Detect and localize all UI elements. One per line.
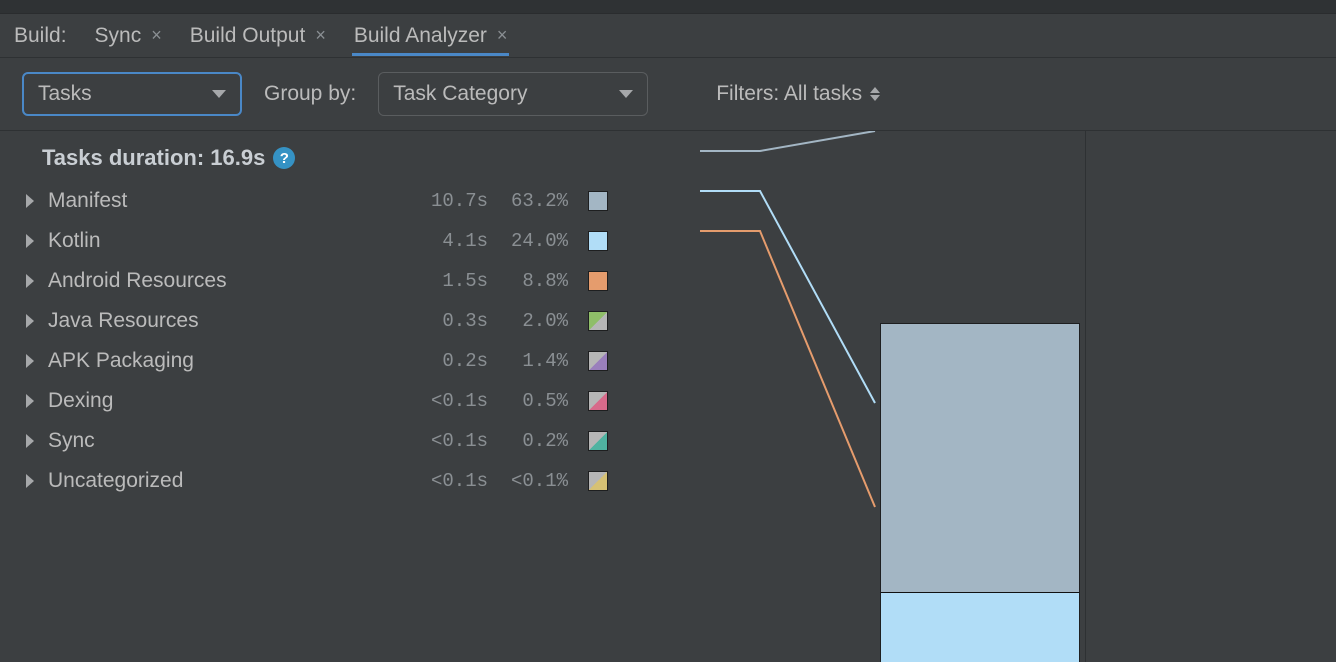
color-swatch [588, 231, 608, 251]
chevron-right-icon [26, 274, 34, 288]
category-name: Manifest [48, 189, 398, 213]
filters-label: Filters: All tasks [716, 82, 862, 106]
build-tab-bar: Build: Sync × Build Output × Build Analy… [0, 14, 1336, 58]
category-name: Kotlin [48, 229, 398, 253]
task-category-row[interactable]: Android Resources 1.5s 8.8% [24, 261, 1085, 301]
tab-build-analyzer[interactable]: Build Analyzer × [354, 17, 508, 55]
chart-segment [881, 324, 1079, 592]
view-select[interactable]: Tasks [22, 72, 242, 116]
task-category-row[interactable]: Kotlin 4.1s 24.0% [24, 221, 1085, 261]
chevron-right-icon [26, 194, 34, 208]
analyzer-toolbar: Tasks Group by: Task Category Filters: A… [0, 58, 1336, 131]
category-duration: 0.2s [398, 350, 488, 372]
sort-icon [870, 87, 880, 101]
tab-label: Sync [95, 24, 142, 48]
category-duration: <0.1s [398, 430, 488, 452]
category-duration: 1.5s [398, 270, 488, 292]
close-icon[interactable]: × [315, 25, 326, 46]
view-select-value: Tasks [38, 82, 92, 106]
tab-sync[interactable]: Sync × [95, 17, 162, 55]
color-swatch [588, 471, 608, 491]
category-percent: <0.1% [488, 470, 568, 492]
category-percent: 8.8% [488, 270, 568, 292]
tab-label: Build Output [190, 24, 306, 48]
category-percent: 2.0% [488, 310, 568, 332]
chevron-right-icon [26, 314, 34, 328]
color-swatch [588, 351, 608, 371]
category-name: Java Resources [48, 309, 398, 333]
window-top-strip [0, 0, 1336, 14]
chevron-down-icon [212, 90, 226, 98]
details-panel [1086, 131, 1336, 662]
task-category-row[interactable]: Manifest 10.7s 63.2% [24, 181, 1085, 221]
category-name: Sync [48, 429, 398, 453]
stacked-duration-chart [880, 323, 1080, 662]
category-name: Android Resources [48, 269, 398, 293]
category-percent: 0.5% [488, 390, 568, 412]
chevron-right-icon [26, 434, 34, 448]
tab-build-output[interactable]: Build Output × [190, 17, 326, 55]
category-percent: 63.2% [488, 190, 568, 212]
tasks-duration-title: Tasks duration: 16.9s ? [24, 145, 1085, 171]
category-percent: 24.0% [488, 230, 568, 252]
close-icon[interactable]: × [497, 25, 508, 46]
chevron-right-icon [26, 474, 34, 488]
close-icon[interactable]: × [151, 25, 162, 46]
category-duration: 0.3s [398, 310, 488, 332]
chevron-right-icon [26, 354, 34, 368]
category-duration: 4.1s [398, 230, 488, 252]
title-text: Tasks duration: 16.9s [42, 145, 265, 171]
chevron-down-icon [619, 90, 633, 98]
category-duration: 10.7s [398, 190, 488, 212]
color-swatch [588, 271, 608, 291]
chevron-right-icon [26, 234, 34, 248]
chart-segment [881, 592, 1079, 662]
tab-label: Build Analyzer [354, 24, 487, 48]
category-percent: 0.2% [488, 430, 568, 452]
group-by-value: Task Category [393, 82, 527, 106]
color-swatch [588, 391, 608, 411]
group-by-select[interactable]: Task Category [378, 72, 648, 116]
category-name: Dexing [48, 389, 398, 413]
category-percent: 1.4% [488, 350, 568, 372]
analyzer-content: Tasks duration: 16.9s ? Manifest 10.7s 6… [0, 131, 1336, 662]
filters-button[interactable]: Filters: All tasks [716, 82, 880, 106]
category-duration: <0.1s [398, 390, 488, 412]
build-label: Build: [14, 24, 67, 48]
category-duration: <0.1s [398, 470, 488, 492]
category-name: APK Packaging [48, 349, 398, 373]
chevron-right-icon [26, 394, 34, 408]
help-icon[interactable]: ? [273, 147, 295, 169]
color-swatch [588, 191, 608, 211]
color-swatch [588, 431, 608, 451]
color-swatch [588, 311, 608, 331]
category-name: Uncategorized [48, 469, 398, 493]
group-by-label: Group by: [264, 82, 356, 106]
